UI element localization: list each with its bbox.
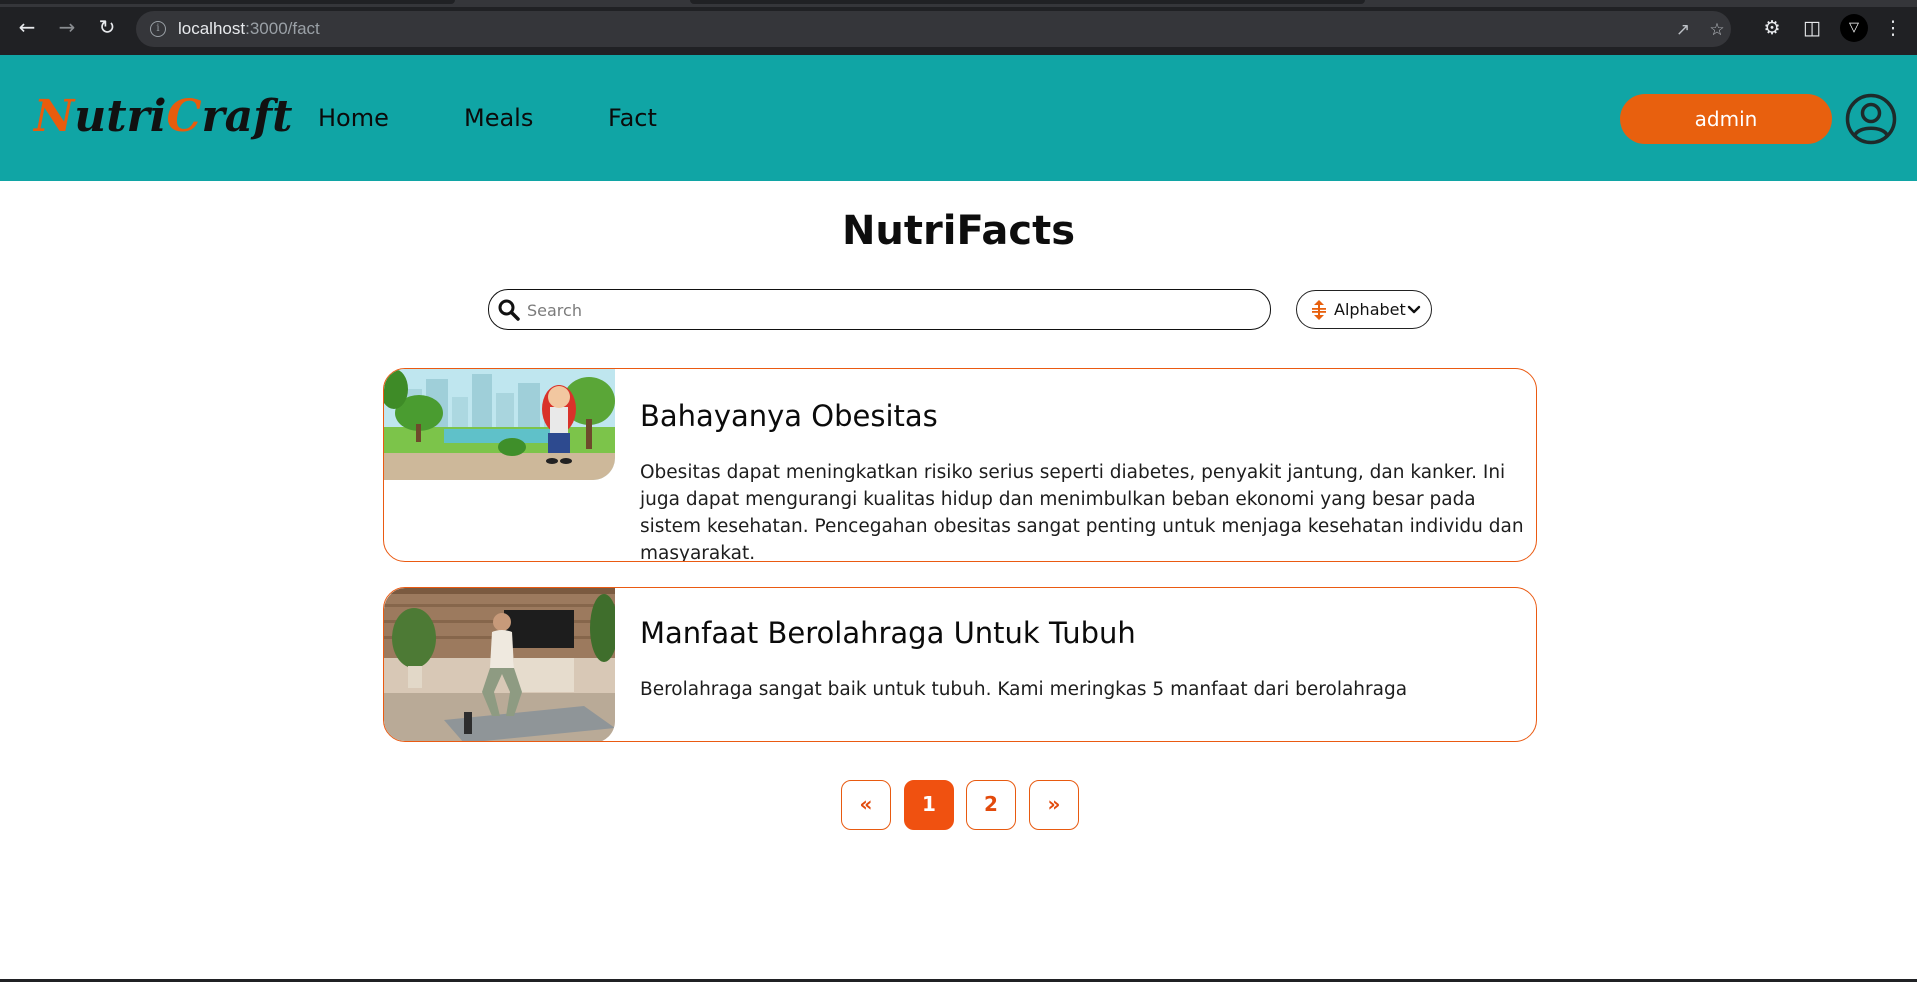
nav-link-fact[interactable]: Fact bbox=[608, 104, 657, 132]
fact-card[interactable]: Bahayanya Obesitas Obesitas dapat mening… bbox=[383, 368, 1537, 562]
search-bar[interactable] bbox=[488, 289, 1271, 330]
chevron-down-icon bbox=[1407, 305, 1421, 314]
nav-link-home[interactable]: Home bbox=[318, 104, 389, 132]
nutricraft-logo[interactable]: NutriCraft bbox=[34, 91, 292, 142]
user-avatar-icon[interactable] bbox=[1845, 93, 1897, 145]
pagination-page-1[interactable]: 1 bbox=[904, 780, 954, 830]
exercise-photo-image bbox=[384, 588, 615, 741]
logo-text: raft bbox=[201, 91, 293, 142]
browser-tab[interactable] bbox=[0, 0, 455, 4]
browser-tab[interactable] bbox=[690, 0, 1365, 4]
fact-card-description: Obesitas dapat meningkatkan risiko seriu… bbox=[640, 462, 1524, 562]
fact-card-title[interactable]: Bahayanya Obesitas bbox=[640, 399, 938, 433]
extensions-puzzle-icon[interactable]: ⚙ bbox=[1759, 15, 1785, 41]
address-bar[interactable]: i localhost:3000/fact ↗ ☆ bbox=[136, 11, 1731, 47]
search-icon bbox=[498, 299, 520, 321]
logo-letter: C bbox=[166, 91, 202, 142]
side-panel-icon[interactable]: ◫ bbox=[1799, 15, 1825, 41]
url-path: :3000/fact bbox=[245, 19, 320, 38]
search-input[interactable] bbox=[527, 299, 1247, 321]
page-title: NutriFacts bbox=[841, 208, 1076, 254]
pagination-prev-button[interactable]: « bbox=[841, 780, 891, 830]
fact-card-title[interactable]: Manfaat Berolahraga Untuk Tubuh bbox=[640, 616, 1136, 650]
sort-icon bbox=[1312, 300, 1326, 320]
browser-profile-icon[interactable]: ▽ bbox=[1840, 14, 1868, 42]
user-admin-button[interactable]: admin bbox=[1620, 94, 1832, 144]
bookmark-star-icon[interactable]: ☆ bbox=[1706, 19, 1728, 41]
nav-link-meals[interactable]: Meals bbox=[464, 104, 533, 132]
browser-menu-icon[interactable]: ⋮ bbox=[1880, 15, 1906, 41]
logo-letter: N bbox=[34, 91, 75, 142]
pagination-page-2[interactable]: 2 bbox=[966, 780, 1016, 830]
browser-tab-strip bbox=[0, 0, 1917, 7]
logo-text: utri bbox=[74, 91, 167, 142]
fact-card-description: Berolahraga sangat baik untuk tubuh. Kam… bbox=[640, 679, 1408, 700]
browser-toolbar: ← → ↻ i localhost:3000/fact ↗ ☆ ⚙ ◫ ▽ ⋮ bbox=[0, 0, 1917, 55]
site-info-icon[interactable]: i bbox=[150, 21, 166, 37]
pagination-next-button[interactable]: » bbox=[1029, 780, 1079, 830]
sort-dropdown[interactable]: Alphabet bbox=[1296, 290, 1432, 329]
sort-label: Alphabet bbox=[1334, 300, 1406, 319]
app-header: NutriCraft Home Meals Fact admin bbox=[0, 55, 1917, 181]
forward-arrow-icon[interactable]: → bbox=[54, 14, 80, 40]
url-text[interactable]: localhost:3000/fact bbox=[178, 19, 320, 39]
back-arrow-icon[interactable]: ← bbox=[14, 14, 40, 40]
url-host: localhost bbox=[178, 19, 246, 38]
share-icon[interactable]: ↗ bbox=[1672, 19, 1694, 41]
reload-icon[interactable]: ↻ bbox=[94, 14, 120, 40]
obesity-illustration-image bbox=[384, 369, 615, 480]
fact-card[interactable]: Manfaat Berolahraga Untuk Tubuh Berolahr… bbox=[383, 587, 1537, 742]
